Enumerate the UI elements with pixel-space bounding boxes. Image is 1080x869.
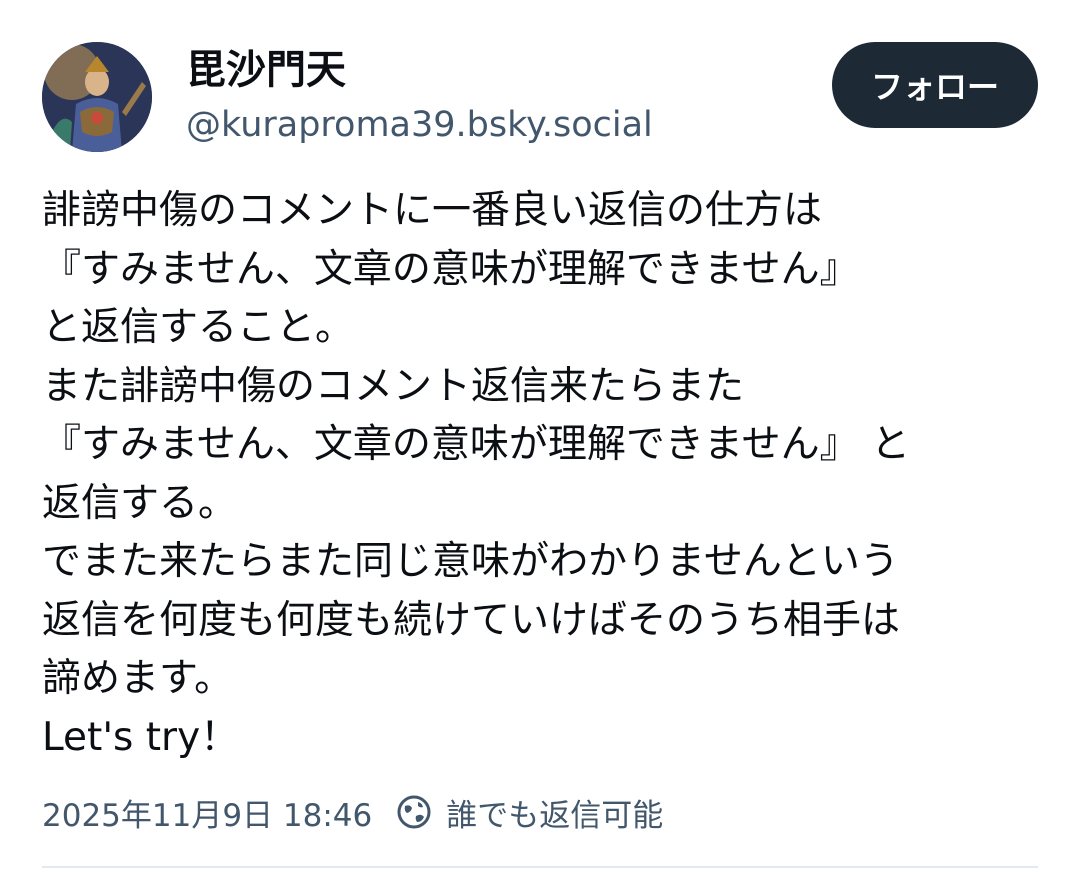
globe-reply-icon	[397, 795, 431, 829]
post: 毘沙門天 @kuraproma39.bsky.social フォロー 誹謗中傷の…	[0, 0, 1080, 869]
post-timestamp[interactable]: 2025年11月9日 18:46	[42, 790, 372, 835]
author-handle[interactable]: @kuraproma39.bsky.social	[186, 102, 653, 148]
post-text-line: 誹謗中傷のコメントに一番良い返信の仕方は	[42, 188, 823, 233]
post-text-line: と返信すること。	[42, 305, 355, 350]
post-text-line: 返信を何度も何度も続けていけばそのうち相手は	[42, 597, 901, 643]
avatar[interactable]	[42, 42, 152, 152]
follow-button[interactable]: フォロー	[832, 42, 1038, 128]
post-text-line: 返信する。	[42, 480, 238, 526]
post-text-line: また誹謗中傷のコメント返信来たらまた	[42, 363, 745, 409]
post-text-line: 『すみません、文章の意味が理解できません』 と	[42, 422, 911, 467]
post-meta: 2025年11月9日 18:46 誰でも返信可能	[42, 784, 663, 840]
post-text-line: 『すみません、文章の意味が理解できません』	[42, 246, 859, 292]
avatar-image	[42, 42, 152, 152]
post-text-line: 諦めます。	[42, 656, 234, 701]
author-display-name[interactable]: 毘沙門天	[186, 44, 346, 96]
reply-setting[interactable]: 誰でも返信可能	[446, 790, 663, 835]
post-text: 誹謗中傷のコメントに一番良い返信の仕方は 『すみません、文章の意味が理解できませ…	[42, 182, 1042, 767]
post-text-line: でまた来たらまた同じ意味がわかりませんという	[42, 539, 899, 584]
post-text-line: Let's try！	[42, 714, 240, 760]
divider	[42, 866, 1038, 868]
